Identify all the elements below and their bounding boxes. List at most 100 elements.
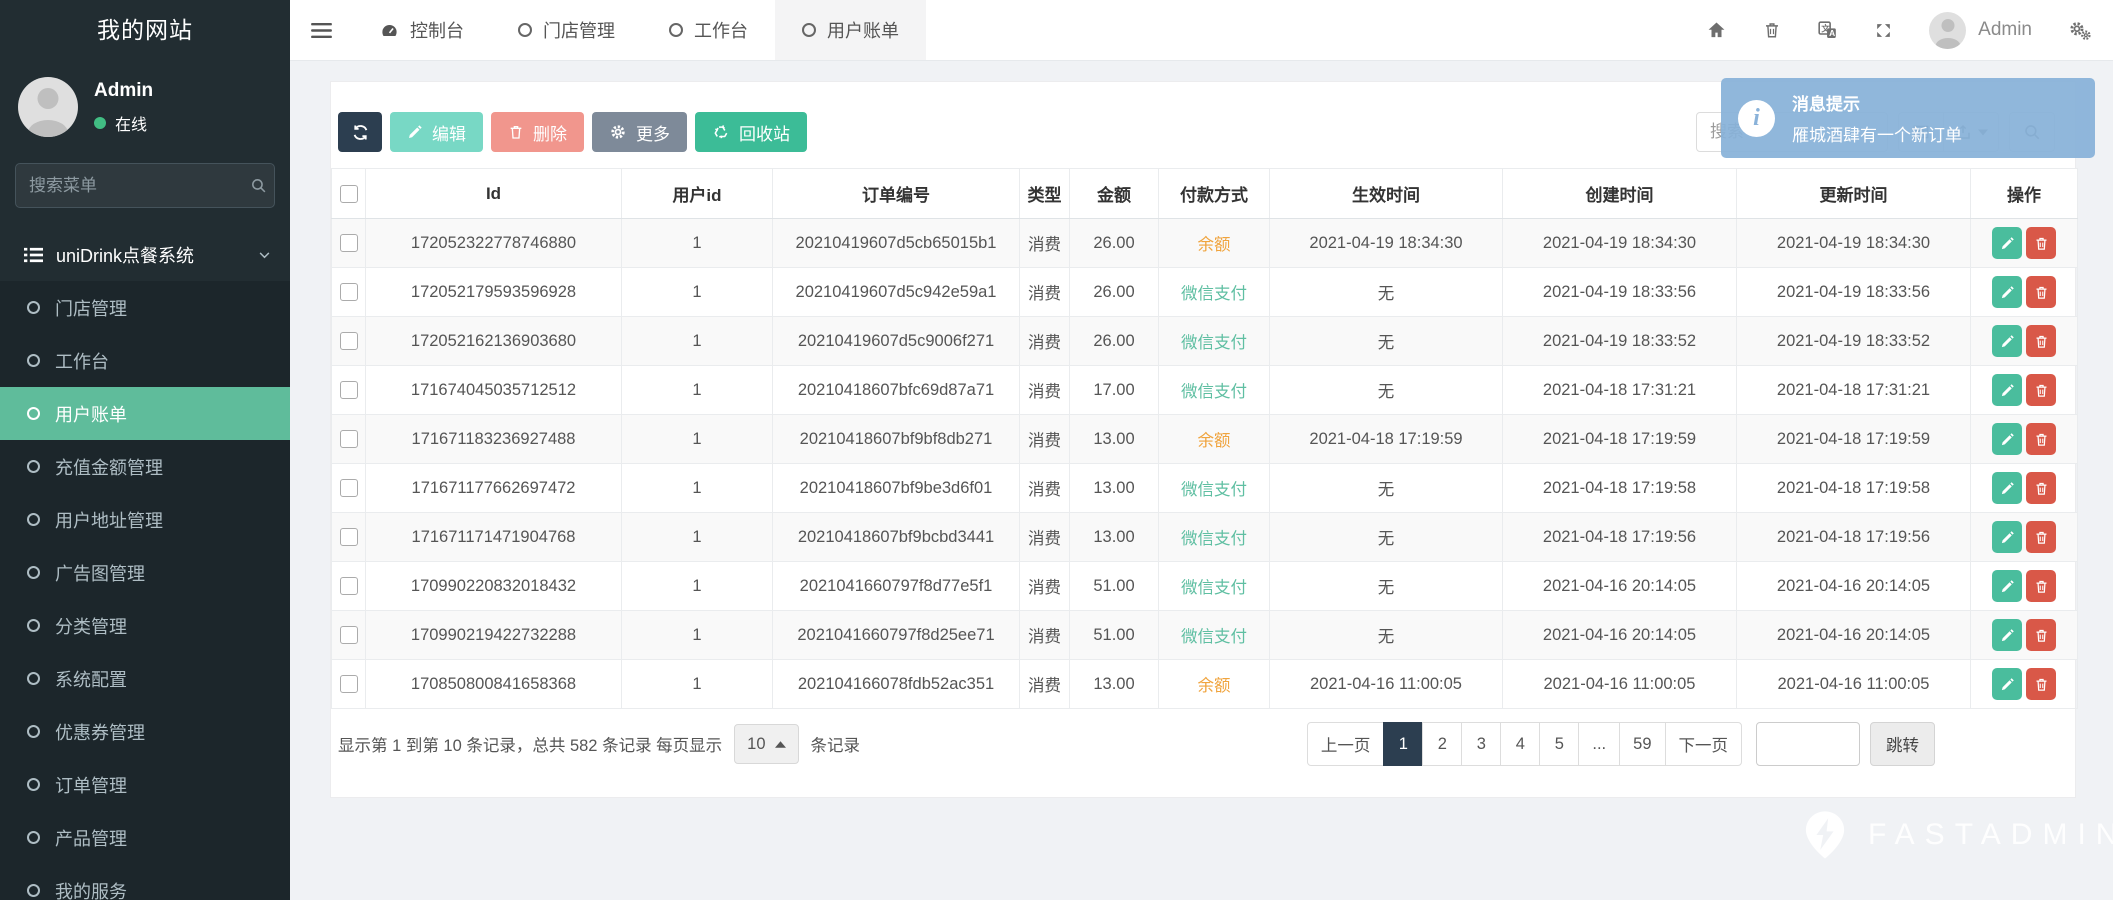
sidebar-item-用户账单[interactable]: 用户账单 bbox=[0, 387, 290, 440]
row-checkbox[interactable] bbox=[340, 381, 358, 399]
row-delete-button[interactable] bbox=[2026, 619, 2056, 651]
column-header-Id: Id bbox=[366, 169, 622, 219]
row-edit-button[interactable] bbox=[1992, 423, 2022, 455]
row-edit-button[interactable] bbox=[1992, 619, 2022, 651]
row-delete-button[interactable] bbox=[2026, 276, 2056, 308]
cell-actions bbox=[1971, 219, 2078, 268]
sidebar-item-工作台[interactable]: 工作台 bbox=[0, 334, 290, 387]
row-delete-button[interactable] bbox=[2026, 570, 2056, 602]
page-size-dropdown[interactable]: 10 bbox=[734, 724, 798, 764]
cell-pay-method: 余额 bbox=[1159, 415, 1270, 464]
nav-tab-用户账单[interactable]: 用户账单 bbox=[775, 0, 926, 60]
row-delete-button[interactable] bbox=[2026, 668, 2056, 700]
sidebar-item-广告图管理[interactable]: 广告图管理 bbox=[0, 546, 290, 599]
cell-type: 消费 bbox=[1020, 562, 1070, 611]
sidebar-item-用户地址管理[interactable]: 用户地址管理 bbox=[0, 493, 290, 546]
page-ellipsis[interactable]: ... bbox=[1578, 722, 1620, 766]
row-edit-button[interactable] bbox=[1992, 570, 2022, 602]
fullscreen-icon[interactable] bbox=[1874, 21, 1893, 40]
cell-id: 170990220832018432 bbox=[366, 562, 622, 611]
cell-order-no: 2021041660797f8d25ee71 bbox=[773, 611, 1020, 660]
row-checkbox[interactable] bbox=[340, 430, 358, 448]
sidebar-item-门店管理[interactable]: 门店管理 bbox=[0, 281, 290, 334]
row-edit-button[interactable] bbox=[1992, 227, 2022, 259]
page-button-3[interactable]: 3 bbox=[1461, 722, 1501, 766]
row-checkbox[interactable] bbox=[340, 283, 358, 301]
circle-icon bbox=[27, 672, 40, 685]
trash-icon bbox=[2034, 333, 2049, 350]
cell-id: 171674045035712512 bbox=[366, 366, 622, 415]
page-button-59[interactable]: 59 bbox=[1619, 722, 1665, 766]
row-edit-button[interactable] bbox=[1992, 668, 2022, 700]
circle-icon bbox=[802, 23, 816, 37]
sidebar-item-系统配置[interactable]: 系统配置 bbox=[0, 652, 290, 705]
sidebar: 我的网站 Admin 在线 uniDrink点餐系统 门店管理工作台用户账单充值… bbox=[0, 0, 290, 900]
row-edit-button[interactable] bbox=[1992, 472, 2022, 504]
row-checkbox[interactable] bbox=[340, 626, 358, 644]
recycle-bin-button[interactable]: 回收站 bbox=[695, 112, 807, 152]
sidebar-item-产品管理[interactable]: 产品管理 bbox=[0, 811, 290, 864]
prev-page-button[interactable]: 上一页 bbox=[1307, 722, 1385, 766]
hamburger-menu-icon[interactable] bbox=[290, 22, 353, 39]
sidebar-item-分类管理[interactable]: 分类管理 bbox=[0, 599, 290, 652]
row-delete-button[interactable] bbox=[2026, 521, 2056, 553]
nav-tab-门店管理[interactable]: 门店管理 bbox=[491, 0, 642, 60]
nav-tab-工作台[interactable]: 工作台 bbox=[642, 0, 775, 60]
nav-tab-控制台[interactable]: 控制台 bbox=[353, 0, 491, 60]
cell-type: 消费 bbox=[1020, 268, 1070, 317]
page-button-2[interactable]: 2 bbox=[1422, 722, 1462, 766]
cell-updated-time: 2021-04-18 17:19:56 bbox=[1737, 513, 1971, 562]
sidebar-menu: uniDrink点餐系统 门店管理工作台用户账单充值金额管理用户地址管理广告图管… bbox=[0, 228, 290, 900]
row-delete-button[interactable] bbox=[2026, 472, 2056, 504]
row-delete-button[interactable] bbox=[2026, 325, 2056, 357]
row-checkbox[interactable] bbox=[340, 577, 358, 595]
cell-amount: 17.00 bbox=[1070, 366, 1159, 415]
row-edit-button[interactable] bbox=[1992, 276, 2022, 308]
sidebar-item-优惠券管理[interactable]: 优惠券管理 bbox=[0, 705, 290, 758]
row-checkbox[interactable] bbox=[340, 234, 358, 252]
translate-icon[interactable]: 文A bbox=[1817, 20, 1838, 41]
more-button[interactable]: 更多 bbox=[592, 112, 687, 152]
refresh-button[interactable] bbox=[338, 112, 382, 152]
row-edit-button[interactable] bbox=[1992, 325, 2022, 357]
row-edit-button[interactable] bbox=[1992, 521, 2022, 553]
jump-page-input[interactable] bbox=[1756, 722, 1860, 766]
menu-search-input[interactable] bbox=[29, 176, 250, 196]
recycle-icon bbox=[712, 123, 730, 141]
user-panel: Admin 在线 bbox=[0, 61, 290, 161]
cell-order-no: 20210419607d5c942e59a1 bbox=[773, 268, 1020, 317]
trash-icon bbox=[2034, 480, 2049, 497]
row-delete-button[interactable] bbox=[2026, 423, 2056, 455]
sidebar-item-label: 产品管理 bbox=[55, 825, 127, 851]
delete-button[interactable]: 删除 bbox=[491, 112, 584, 152]
row-checkbox[interactable] bbox=[340, 528, 358, 546]
settings-cogs-icon[interactable] bbox=[2068, 20, 2091, 41]
page-button-1[interactable]: 1 bbox=[1383, 722, 1423, 766]
sidebar-item-充值金额管理[interactable]: 充值金额管理 bbox=[0, 440, 290, 493]
row-delete-button[interactable] bbox=[2026, 374, 2056, 406]
row-checkbox[interactable] bbox=[340, 479, 358, 497]
cell-updated-time: 2021-04-18 17:31:21 bbox=[1737, 366, 1971, 415]
jump-button[interactable]: 跳转 bbox=[1870, 722, 1935, 766]
row-checkbox[interactable] bbox=[340, 675, 358, 693]
page-button-4[interactable]: 4 bbox=[1500, 722, 1540, 766]
search-icon[interactable] bbox=[250, 177, 267, 194]
cell-updated-time: 2021-04-18 17:19:59 bbox=[1737, 415, 1971, 464]
edit-button[interactable]: 编辑 bbox=[390, 112, 483, 152]
row-delete-button[interactable] bbox=[2026, 227, 2056, 259]
table-row: 172052322778746880120210419607d5cb65015b… bbox=[332, 219, 2078, 268]
notification-toast[interactable]: i 消息提示 雁城酒肆有一个新订单 bbox=[1721, 78, 2095, 158]
navbar-user[interactable]: Admin bbox=[1929, 12, 2032, 49]
sidebar-item-我的服务[interactable]: 我的服务 bbox=[0, 864, 290, 900]
page-button-5[interactable]: 5 bbox=[1539, 722, 1579, 766]
sidebar-group-unidrink[interactable]: uniDrink点餐系统 bbox=[0, 228, 290, 281]
trash-icon[interactable] bbox=[1763, 20, 1781, 40]
next-page-button[interactable]: 下一页 bbox=[1665, 722, 1743, 766]
home-icon[interactable] bbox=[1706, 20, 1727, 40]
cell-type: 消费 bbox=[1020, 219, 1070, 268]
select-all-checkbox[interactable] bbox=[340, 185, 358, 203]
row-checkbox[interactable] bbox=[340, 332, 358, 350]
sidebar-item-订单管理[interactable]: 订单管理 bbox=[0, 758, 290, 811]
cell-actions bbox=[1971, 562, 2078, 611]
row-edit-button[interactable] bbox=[1992, 374, 2022, 406]
